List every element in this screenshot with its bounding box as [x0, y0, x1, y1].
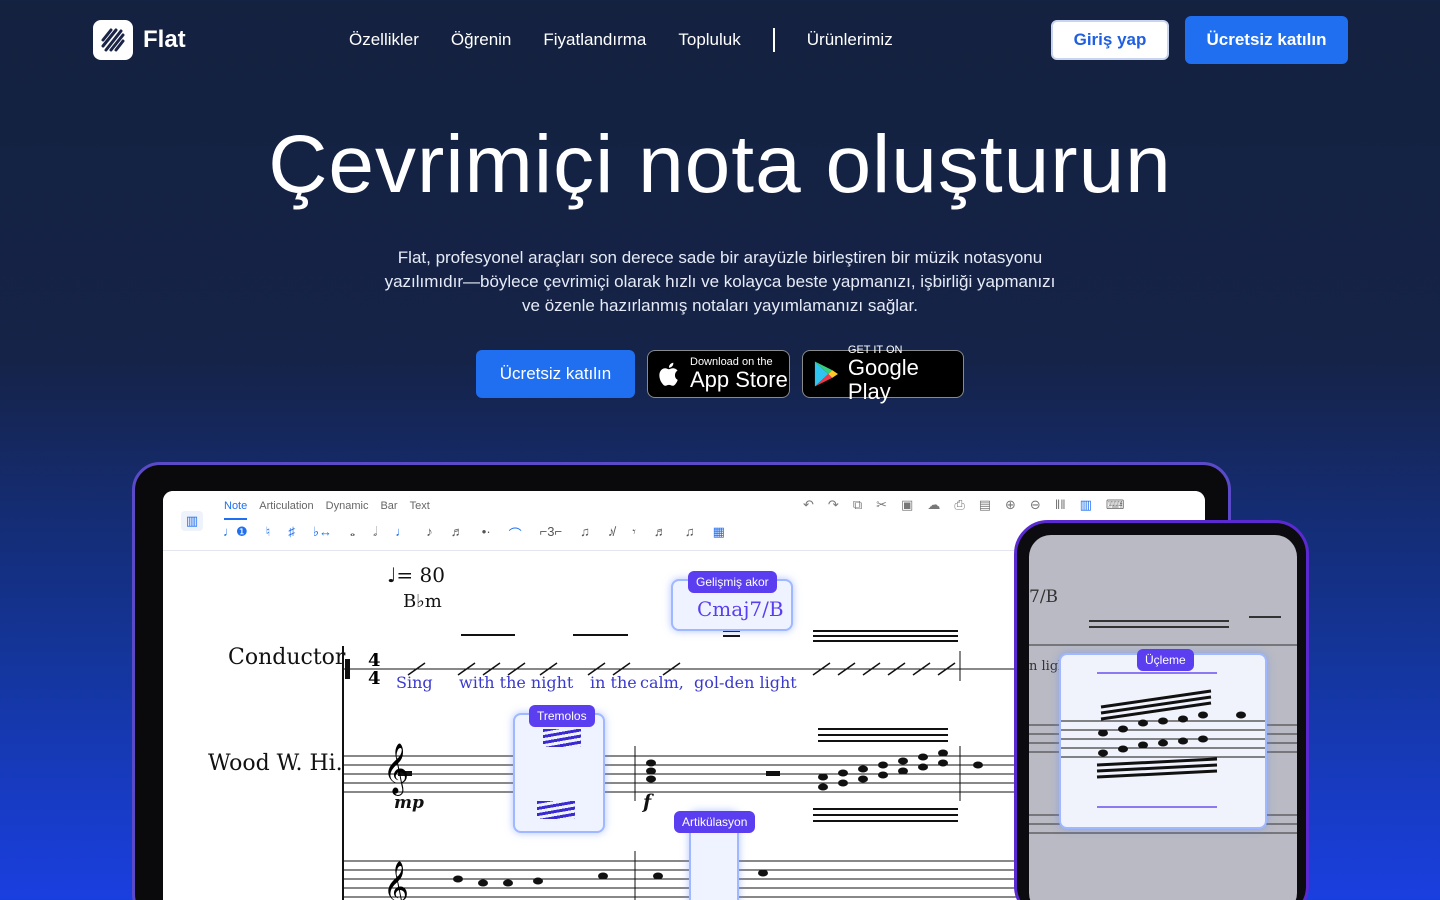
google-play-badge[interactable]: GET IT ON Google Play [802, 344, 964, 404]
cut-icon[interactable]: ✂ [876, 497, 887, 513]
tie-icon[interactable]: ⌒ [509, 524, 522, 543]
nav-link-community[interactable]: Topluluk [678, 30, 740, 50]
svg-text:𝄞: 𝄞 [383, 861, 409, 900]
nav-links: Özellikler Öğrenin Fiyatlandırma Toplulu… [349, 28, 925, 52]
part-name-woodwind[interactable]: Wood W. Hi. [208, 751, 343, 776]
top-navigation: Flat Özellikler Öğrenin Fiyatlandırma To… [0, 0, 1440, 80]
tremolos-card[interactable] [513, 713, 605, 833]
app-store-big-text: App Store [690, 367, 788, 392]
login-button[interactable]: Giriş yap [1051, 20, 1169, 60]
bars-icon[interactable]: ‖‖ [1055, 497, 1066, 513]
rest-icon[interactable]: 𝄾 [632, 524, 635, 543]
nav-link-pricing[interactable]: Fiyatlandırma [543, 30, 646, 50]
tempo-marking: ♩= 80 [387, 563, 445, 587]
keyboard-icon[interactable]: ⌨ [1106, 497, 1125, 513]
dot-icon[interactable]: •· [482, 524, 491, 543]
whole-note-icon[interactable]: 𝅝 [350, 524, 355, 543]
sharp-icon[interactable]: ♯ [288, 524, 295, 543]
hero-title: Çevrimiçi nota oluşturun [268, 119, 1172, 210]
zoom-in-icon[interactable]: ⊕ [1005, 497, 1016, 513]
editor-actions: ↶ ↷ ⧉ ✂ ▣ ☁ ⎙ ▤ ⊕ ⊖ ‖‖ ▥ ⌨ [803, 497, 1125, 513]
join-free-nav-button[interactable]: Ücretsiz katılın [1185, 16, 1348, 64]
google-play-big-text: Google Play [847, 355, 919, 404]
app-store-badge[interactable]: Download on the App Store [647, 350, 790, 398]
redo-icon[interactable]: ↷ [828, 497, 839, 513]
dynamic-f: f [643, 791, 652, 813]
nav-link-products[interactable]: Ürünlerimiz [807, 30, 893, 50]
join-free-hero-button[interactable]: Ücretsiz katılın [476, 350, 635, 398]
voice-icon[interactable]: ♩❶ [223, 524, 248, 543]
table-icon[interactable]: ▦ [713, 524, 725, 543]
tab-bar[interactable]: Bar [380, 500, 397, 520]
svg-text:4: 4 [368, 668, 381, 689]
triplet-tag: Üçleme [1137, 649, 1194, 671]
apple-icon [659, 362, 678, 386]
svg-text:𝄞: 𝄞 [383, 743, 409, 796]
flat-icon[interactable]: ♭↔ [313, 524, 332, 543]
sixteenth-note-icon[interactable]: ♬ [451, 524, 464, 543]
half-note-icon[interactable]: 𝅗𝅥 [373, 524, 377, 543]
editor-tabs: Note Articulation Dynamic Bar Text [224, 500, 430, 520]
tab-dynamic[interactable]: Dynamic [326, 500, 369, 520]
lyric-5: gol-den light [694, 673, 797, 692]
layout-icon[interactable]: ▤ [979, 497, 991, 513]
lyric-4: calm, [640, 673, 684, 692]
nav-divider [772, 28, 775, 52]
quarter-note-icon[interactable]: ♩ [395, 524, 408, 543]
grace-icon[interactable]: ♪̸ [608, 524, 615, 543]
triplet-card[interactable] [1059, 653, 1267, 829]
cloud-icon[interactable]: ☁ [927, 497, 940, 513]
advanced-chord-tag: Gelişmiş akor [688, 571, 777, 593]
tab-articulation[interactable]: Articulation [259, 500, 313, 520]
flat-logo-icon [93, 20, 133, 60]
nav-link-features[interactable]: Özellikler [349, 30, 419, 50]
chord-symbol: Cmaj7/B [697, 597, 784, 621]
dynamic-mp: mp [394, 793, 424, 813]
natural-icon[interactable]: ♮ [266, 524, 271, 543]
tremolos-tag: Tremolos [529, 705, 595, 727]
piano-view-icon[interactable]: ▥ [1080, 497, 1092, 513]
part-name-conductor[interactable]: Conductor [228, 645, 345, 670]
nav-link-learn[interactable]: Öğrenin [451, 30, 511, 50]
note-tools: ♩❶ ♮ ♯ ♭↔ 𝅝 𝅗𝅥 ♩ ♪ ♬ •· ⌒ ⌐3⌐ ♫ ♪̸ 𝄾 ♬ ♫… [223, 524, 725, 543]
undo-icon[interactable]: ↶ [803, 497, 814, 513]
google-play-icon [814, 361, 838, 387]
lyric-2: with the night [459, 673, 574, 692]
print-icon[interactable]: ⎙ [954, 497, 964, 513]
phone-mockup: 7/B n ligl Üçleme [1014, 520, 1309, 900]
lyric-3: in the [590, 673, 637, 692]
paste-icon[interactable]: ▣ [901, 497, 913, 513]
tremolo-bars-top-icon [543, 729, 581, 747]
zoom-out-icon[interactable]: ⊖ [1030, 497, 1041, 513]
tab-note[interactable]: Note [224, 500, 248, 520]
hero-description: Flat, profesyonel araçları son derece sa… [384, 248, 1056, 315]
lyric-1: Sing [396, 673, 433, 692]
piano-icon[interactable]: ▥ [181, 511, 203, 531]
tremolo-bars-bottom-icon [537, 801, 575, 819]
chord-icon[interactable]: ♫ [685, 524, 695, 543]
copy-icon[interactable]: ⧉ [853, 497, 862, 513]
brand-name: Flat [143, 26, 186, 53]
chord-bbm: B♭m [403, 591, 442, 612]
beam-icon[interactable]: ♫ [580, 524, 590, 543]
tremolo-icon[interactable]: ♬ [654, 524, 667, 543]
articulation-tag: Artikülasyon [674, 811, 756, 833]
eighth-note-icon[interactable]: ♪ [426, 524, 433, 543]
tuplet-icon[interactable]: ⌐3⌐ [540, 524, 562, 543]
brand-logo[interactable]: Flat [93, 20, 186, 60]
phone-screen: 7/B n ligl Üçleme [1029, 535, 1297, 900]
tab-text[interactable]: Text [410, 500, 430, 520]
